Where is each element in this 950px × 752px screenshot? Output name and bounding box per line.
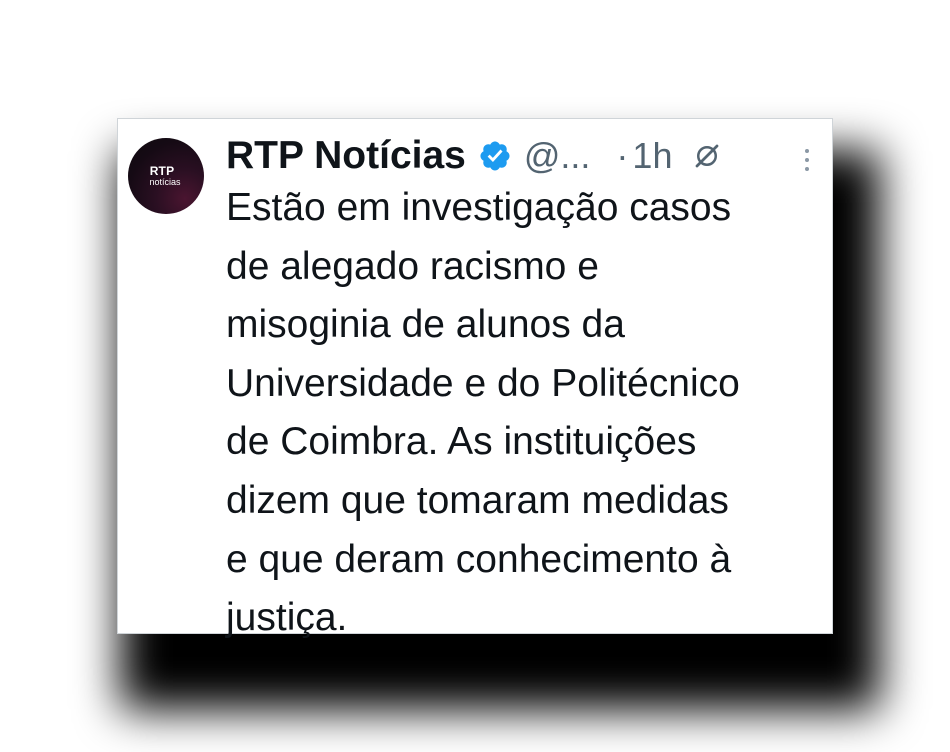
avatar[interactable]: RTP notícias <box>128 138 204 214</box>
timestamp[interactable]: 1h <box>632 135 672 177</box>
more-options-icon[interactable] <box>802 147 812 173</box>
separator-dot: · <box>616 135 629 176</box>
user-handle[interactable]: @... <box>524 135 591 177</box>
tweet-header: RTP Notícias @... · 1h <box>226 131 722 181</box>
avatar-logo-bottom: notícias <box>149 177 181 187</box>
verified-badge-icon <box>480 141 510 171</box>
avatar-logo-top: RTP <box>149 164 175 178</box>
screenshot-stage: RTP notícias RTP Notícias @... · 1h Estã… <box>0 0 950 752</box>
tweet-text: Estão em investigação casos de alegado r… <box>226 186 740 640</box>
tweet-card[interactable]: RTP notícias RTP Notícias @... · 1h Estã… <box>117 118 833 639</box>
display-name[interactable]: RTP Notícias <box>226 134 466 178</box>
grok-icon[interactable] <box>692 141 722 171</box>
